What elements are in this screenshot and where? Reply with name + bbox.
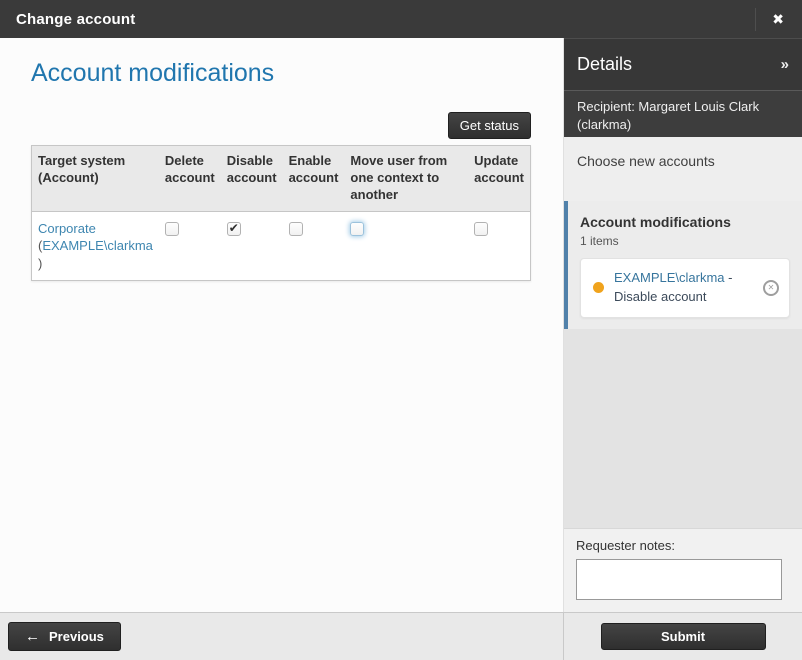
footer-left: ← Previous xyxy=(0,613,563,660)
previous-label: Previous xyxy=(49,629,104,644)
requester-section: Requester notes: xyxy=(564,528,802,612)
column-move-user: Move user from one context to another xyxy=(344,146,468,212)
details-title: Details xyxy=(577,54,632,75)
move-cell xyxy=(344,211,468,281)
move-user-checkbox[interactable] xyxy=(350,222,364,236)
update-account-checkbox[interactable] xyxy=(474,222,488,236)
enable-cell xyxy=(283,211,345,281)
modifications-title: Account modifications xyxy=(580,214,790,230)
column-delete-account: Delete account xyxy=(159,146,221,212)
status-dot-icon xyxy=(593,282,604,293)
column-enable-account: Enable account xyxy=(283,146,345,212)
modification-item: EXAMPLE\clarkma - Disable account ✕ xyxy=(580,258,790,318)
footer: ← Previous Submit xyxy=(0,612,802,660)
remove-item-button[interactable]: ✕ xyxy=(763,280,779,296)
close-icon[interactable]: ✖ xyxy=(755,8,786,31)
toolbar: Get status xyxy=(31,112,531,139)
content-area: Account modifications Get status Target … xyxy=(0,38,802,612)
window-title: Change account xyxy=(16,11,135,28)
column-target-system: Target system (Account) xyxy=(32,146,159,212)
change-account-window: Change account ✖ Account modifications G… xyxy=(0,0,802,660)
enable-account-checkbox[interactable] xyxy=(289,222,303,236)
column-update-account: Update account xyxy=(468,146,530,212)
requester-notes-label: Requester notes: xyxy=(576,538,790,553)
previous-button[interactable]: ← Previous xyxy=(8,622,121,651)
page-title: Account modifications xyxy=(31,59,531,88)
delete-cell xyxy=(159,211,221,281)
remove-x-icon: ✕ xyxy=(768,284,775,292)
collapse-chevron-icon[interactable]: » xyxy=(781,56,789,73)
update-cell xyxy=(468,211,530,281)
main-panel: Account modifications Get status Target … xyxy=(0,38,563,612)
submit-button[interactable]: Submit xyxy=(601,623,766,650)
system-link[interactable]: Corporate xyxy=(38,221,96,236)
column-disable-account: Disable account xyxy=(221,146,283,212)
modifications-panel: Account modifications 1 items EXAMPLE\cl… xyxy=(564,201,802,329)
details-sidebar: Details » Recipient: Margaret Louis Clar… xyxy=(563,38,802,612)
titlebar: Change account ✖ xyxy=(0,0,802,38)
target-system-cell: Corporate (EXAMPLE\clarkma ) xyxy=(32,211,159,281)
choose-new-accounts-step: Choose new accounts xyxy=(564,137,802,201)
account-row: Corporate (EXAMPLE\clarkma ) xyxy=(32,211,531,281)
account-link[interactable]: EXAMPLE\clarkma xyxy=(42,238,153,253)
disable-account-checkbox[interactable] xyxy=(227,222,241,236)
recipient-text: Recipient: Margaret Louis Clark (clarkma… xyxy=(564,90,802,137)
get-status-button[interactable]: Get status xyxy=(448,112,531,139)
details-header: Details » xyxy=(564,38,802,90)
accounts-table: Target system (Account) Delete account D… xyxy=(31,145,531,281)
modifications-count: 1 items xyxy=(580,234,790,248)
disable-cell xyxy=(221,211,283,281)
delete-account-checkbox[interactable] xyxy=(165,222,179,236)
table-header-row: Target system (Account) Delete account D… xyxy=(32,146,531,212)
paren-close: ) xyxy=(38,256,42,271)
modification-text: EXAMPLE\clarkma - Disable account xyxy=(614,269,755,307)
sidebar-filler xyxy=(564,329,802,528)
item-account-link[interactable]: EXAMPLE\clarkma xyxy=(614,270,725,285)
arrow-left-icon: ← xyxy=(25,629,40,644)
footer-right: Submit xyxy=(563,613,802,660)
requester-notes-input[interactable] xyxy=(576,559,782,600)
